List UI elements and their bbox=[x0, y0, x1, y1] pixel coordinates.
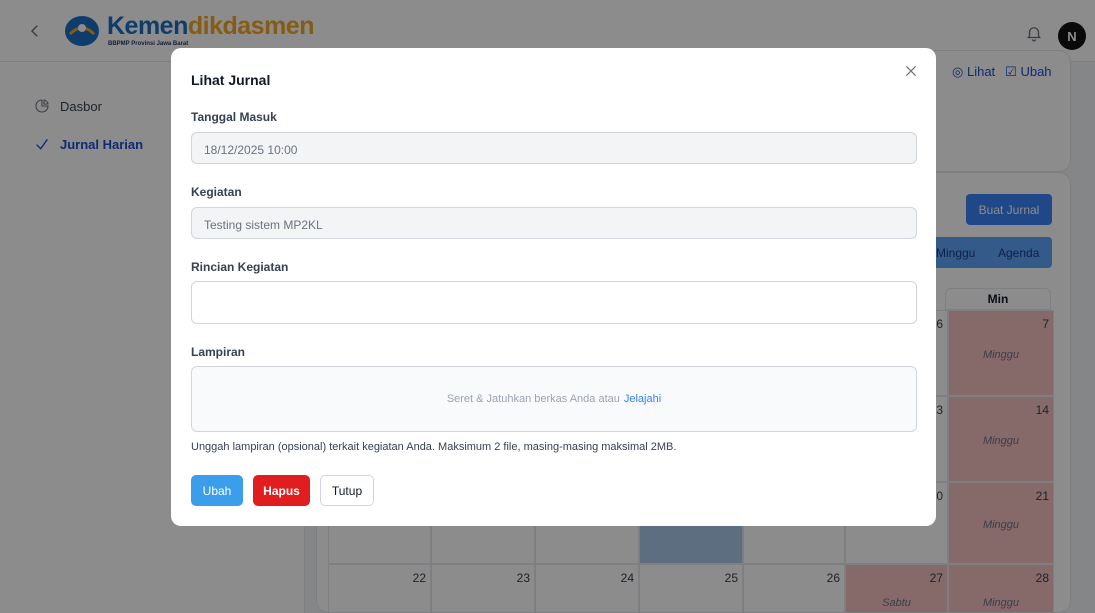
delete-button[interactable]: Hapus bbox=[253, 475, 310, 506]
modal-title: Lihat Jurnal bbox=[191, 72, 271, 88]
kegiatan-label: Kegiatan bbox=[191, 185, 242, 199]
kegiatan-value: Testing sistem MP2KL bbox=[204, 218, 323, 232]
kegiatan-field[interactable]: Testing sistem MP2KL bbox=[191, 207, 917, 239]
tanggal-masuk-field[interactable]: 18/12/2025 10:00 bbox=[191, 132, 917, 164]
view-journal-modal: Lihat Jurnal Tanggal Masuk 18/12/2025 10… bbox=[171, 48, 936, 526]
lampiran-label: Lampiran bbox=[191, 345, 246, 359]
tanggal-masuk-label: Tanggal Masuk bbox=[191, 110, 277, 124]
tanggal-masuk-value: 18/12/2025 10:00 bbox=[204, 143, 298, 157]
file-dropzone[interactable]: Seret & Jatuhkan berkas Anda atau Jelaja… bbox=[191, 366, 917, 432]
edit-button[interactable]: Ubah bbox=[191, 475, 243, 506]
browse-link[interactable]: Jelajahi bbox=[624, 393, 661, 405]
dropzone-text: Seret & Jatuhkan berkas Anda atau bbox=[446, 393, 620, 405]
close-icon[interactable] bbox=[903, 63, 919, 79]
rincian-kegiatan-label: Rincian Kegiatan bbox=[191, 260, 289, 274]
rincian-kegiatan-field[interactable] bbox=[191, 281, 917, 324]
close-button[interactable]: Tutup bbox=[320, 475, 374, 506]
attachment-help-text: Unggah lampiran (opsional) terkait kegia… bbox=[191, 441, 677, 453]
